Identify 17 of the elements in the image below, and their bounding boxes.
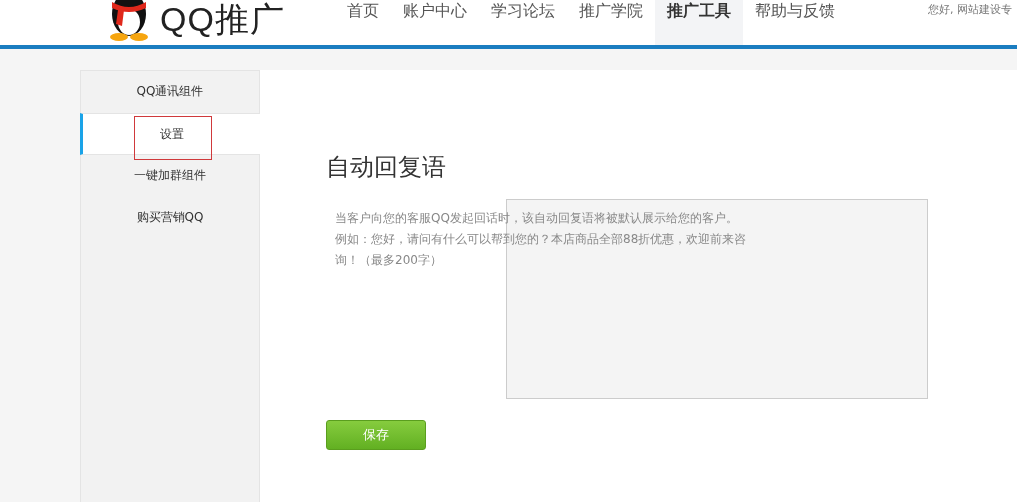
logo-text: QQ推广 [160, 0, 285, 38]
nav-tab[interactable]: 推广工具 [654, 0, 743, 45]
sidebar-item[interactable]: QQ通讯组件 [81, 71, 259, 113]
nav-tab[interactable]: 账户中心 [390, 0, 479, 45]
nav-tab[interactable]: 学习论坛 [478, 0, 567, 45]
sidebar-label: 购买营销QQ [136, 209, 204, 226]
sidebar-label: 一键加群组件 [134, 167, 206, 184]
nav-tab[interactable]: 帮助与反馈 [742, 0, 847, 45]
description-text: 当客户向您的客服QQ发起回话时，该自动回复语将被默认展示给您的客户。例如：您好，请问有什么可以帮到您的？本店商品全部88折优惠，欢迎前来咨询！（最多200字） [335, 210, 747, 269]
sidebar-label: 设置 [159, 125, 184, 143]
sidebar-item[interactable]: 购买营销QQ [81, 197, 259, 239]
sidebar-label: QQ通讯组件 [136, 83, 204, 100]
greeting-text: 您好, 网站建设专 [928, 2, 1012, 17]
nav-tab[interactable]: 首页 [334, 0, 391, 45]
section-title: 自动回复语 [326, 152, 447, 182]
nav-tab[interactable]: 推广学院 [566, 0, 655, 45]
sidebar-item[interactable]: 一键加群组件 [81, 155, 259, 197]
